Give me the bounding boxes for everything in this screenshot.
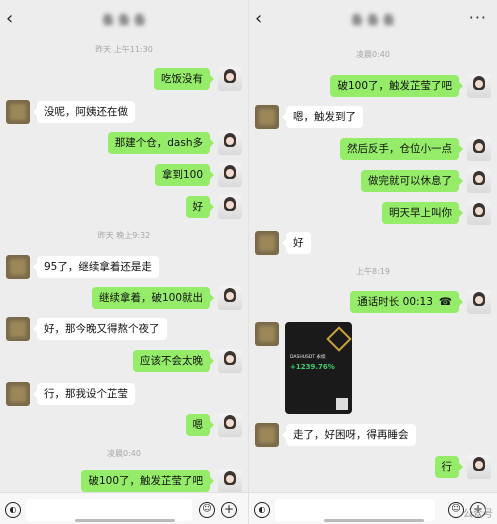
input-bar: ◐ ☺ +	[0, 492, 248, 524]
avatar-contact[interactable]	[255, 105, 279, 129]
call-record-bubble[interactable]: 通话时长 00:13 ☎	[350, 291, 463, 313]
chat-panel-right: ‹ 备 备 备 ··· 凌晨0:40 破100了，触发芷莹了吧 嗯，触发到了 然…	[249, 0, 497, 524]
timestamp: 上午8:19	[356, 267, 390, 276]
message-bubble-me[interactable]: 然后反手，仓位小一点	[340, 138, 463, 160]
message-bubble-me[interactable]: 做完就可以休息了	[361, 170, 463, 192]
timestamp: 昨天 晚上9:32	[97, 231, 151, 240]
plus-icon[interactable]: +	[221, 502, 237, 518]
avatar-me[interactable]	[467, 169, 491, 193]
home-indicator[interactable]	[324, 519, 424, 522]
message-bubble-contact[interactable]: 好，那今晚又得熬个夜了	[33, 318, 167, 340]
qr-code-icon	[336, 398, 348, 410]
message-bubble-me[interactable]: 好	[185, 196, 214, 218]
message-bubble-me[interactable]: 行	[434, 456, 463, 478]
message-bubble-me[interactable]: 破100了，触发芷莹了吧	[81, 470, 214, 492]
voice-icon[interactable]: ◐	[5, 502, 21, 518]
message-bubble-me[interactable]: 那建个仓，dash多	[107, 132, 215, 154]
chat-header: ‹ 备 备 备	[0, 0, 248, 38]
avatar-me[interactable]	[218, 413, 242, 437]
message-bubble-me[interactable]: 应该不会太晚	[133, 350, 214, 372]
message-bubble-contact[interactable]: 行，那我设个芷莹	[33, 383, 135, 405]
chat-title: 备 备 备	[102, 12, 146, 27]
emoji-icon[interactable]: ☺	[448, 502, 464, 518]
avatar-contact[interactable]	[255, 231, 279, 255]
message-bubble-me[interactable]: 继续拿着，破100就出	[91, 287, 215, 309]
message-bubble-contact[interactable]: 嗯，触发到了	[282, 106, 363, 128]
phone-icon: ☎	[438, 296, 452, 308]
message-bubble-me[interactable]: 拿到100	[154, 164, 215, 186]
back-arrow-icon[interactable]: ‹	[6, 10, 22, 28]
avatar-contact[interactable]	[6, 382, 30, 406]
avatar-me[interactable]	[467, 137, 491, 161]
avatar-contact[interactable]	[255, 423, 279, 447]
trade-screenshot-image[interactable]: DASHUSDT 永续 +1239.76%	[285, 322, 352, 414]
avatar-me[interactable]	[218, 349, 242, 373]
avatar-me[interactable]	[467, 74, 491, 98]
avatar-me[interactable]	[467, 455, 491, 479]
avatar-me[interactable]	[467, 201, 491, 225]
more-icon[interactable]: ···	[469, 8, 487, 27]
message-bubble-me[interactable]: 明天早上叫你	[382, 202, 463, 224]
avatar-me[interactable]	[218, 286, 242, 310]
message-bubble-me[interactable]: 吃饭没有	[154, 68, 214, 90]
voice-icon[interactable]: ◐	[254, 502, 270, 518]
back-arrow-icon[interactable]: ‹	[255, 10, 271, 28]
avatar-contact[interactable]	[6, 100, 30, 124]
message-bubble-contact[interactable]: 好	[282, 232, 311, 254]
avatar-contact[interactable]	[6, 255, 30, 279]
exchange-logo-icon	[326, 326, 352, 352]
avatar-me[interactable]	[467, 290, 491, 314]
message-bubble-me[interactable]: 嗯	[185, 414, 214, 436]
trade-profit: +1239.76%	[290, 363, 335, 371]
chat-screens: ‹ 备 备 备 昨天 上午11:30 吃饭没有 没呢，阿姨还在做 那建个仓，da…	[0, 0, 497, 524]
message-bubble-contact[interactable]: 95了，继续拿着还是走	[33, 256, 159, 278]
timestamp: 凌晨0:40	[107, 449, 141, 458]
avatar-me[interactable]	[218, 469, 242, 493]
chat-panel-left: ‹ 备 备 备 昨天 上午11:30 吃饭没有 没呢，阿姨还在做 那建个仓，da…	[0, 0, 248, 524]
trade-pair: DASHUSDT 永续	[290, 355, 326, 360]
message-input[interactable]	[275, 499, 435, 521]
input-bar: ◐ ☺ + 公众号	[249, 492, 497, 524]
avatar-me[interactable]	[218, 195, 242, 219]
message-bubble-contact[interactable]: 走了，好困呀，得再睡会	[282, 424, 416, 446]
emoji-icon[interactable]: ☺	[199, 502, 215, 518]
message-bubble-me[interactable]: 破100了，触发芷莹了吧	[330, 75, 463, 97]
chat-header: ‹ 备 备 备 ···	[249, 0, 497, 38]
avatar-me[interactable]	[218, 163, 242, 187]
message-input[interactable]	[26, 499, 192, 521]
avatar-contact[interactable]	[255, 322, 279, 346]
chat-title: 备 备 备	[351, 12, 395, 27]
call-duration: 通话时长 00:13	[357, 296, 433, 308]
home-indicator[interactable]	[75, 519, 175, 522]
timestamp: 昨天 上午11:30	[95, 45, 153, 54]
message-bubble-contact[interactable]: 没呢，阿姨还在做	[33, 101, 135, 123]
avatar-contact[interactable]	[6, 317, 30, 341]
timestamp: 凌晨0:40	[356, 50, 390, 59]
avatar-me[interactable]	[218, 131, 242, 155]
avatar-me[interactable]	[218, 67, 242, 91]
watermark: 公众号	[463, 509, 493, 520]
